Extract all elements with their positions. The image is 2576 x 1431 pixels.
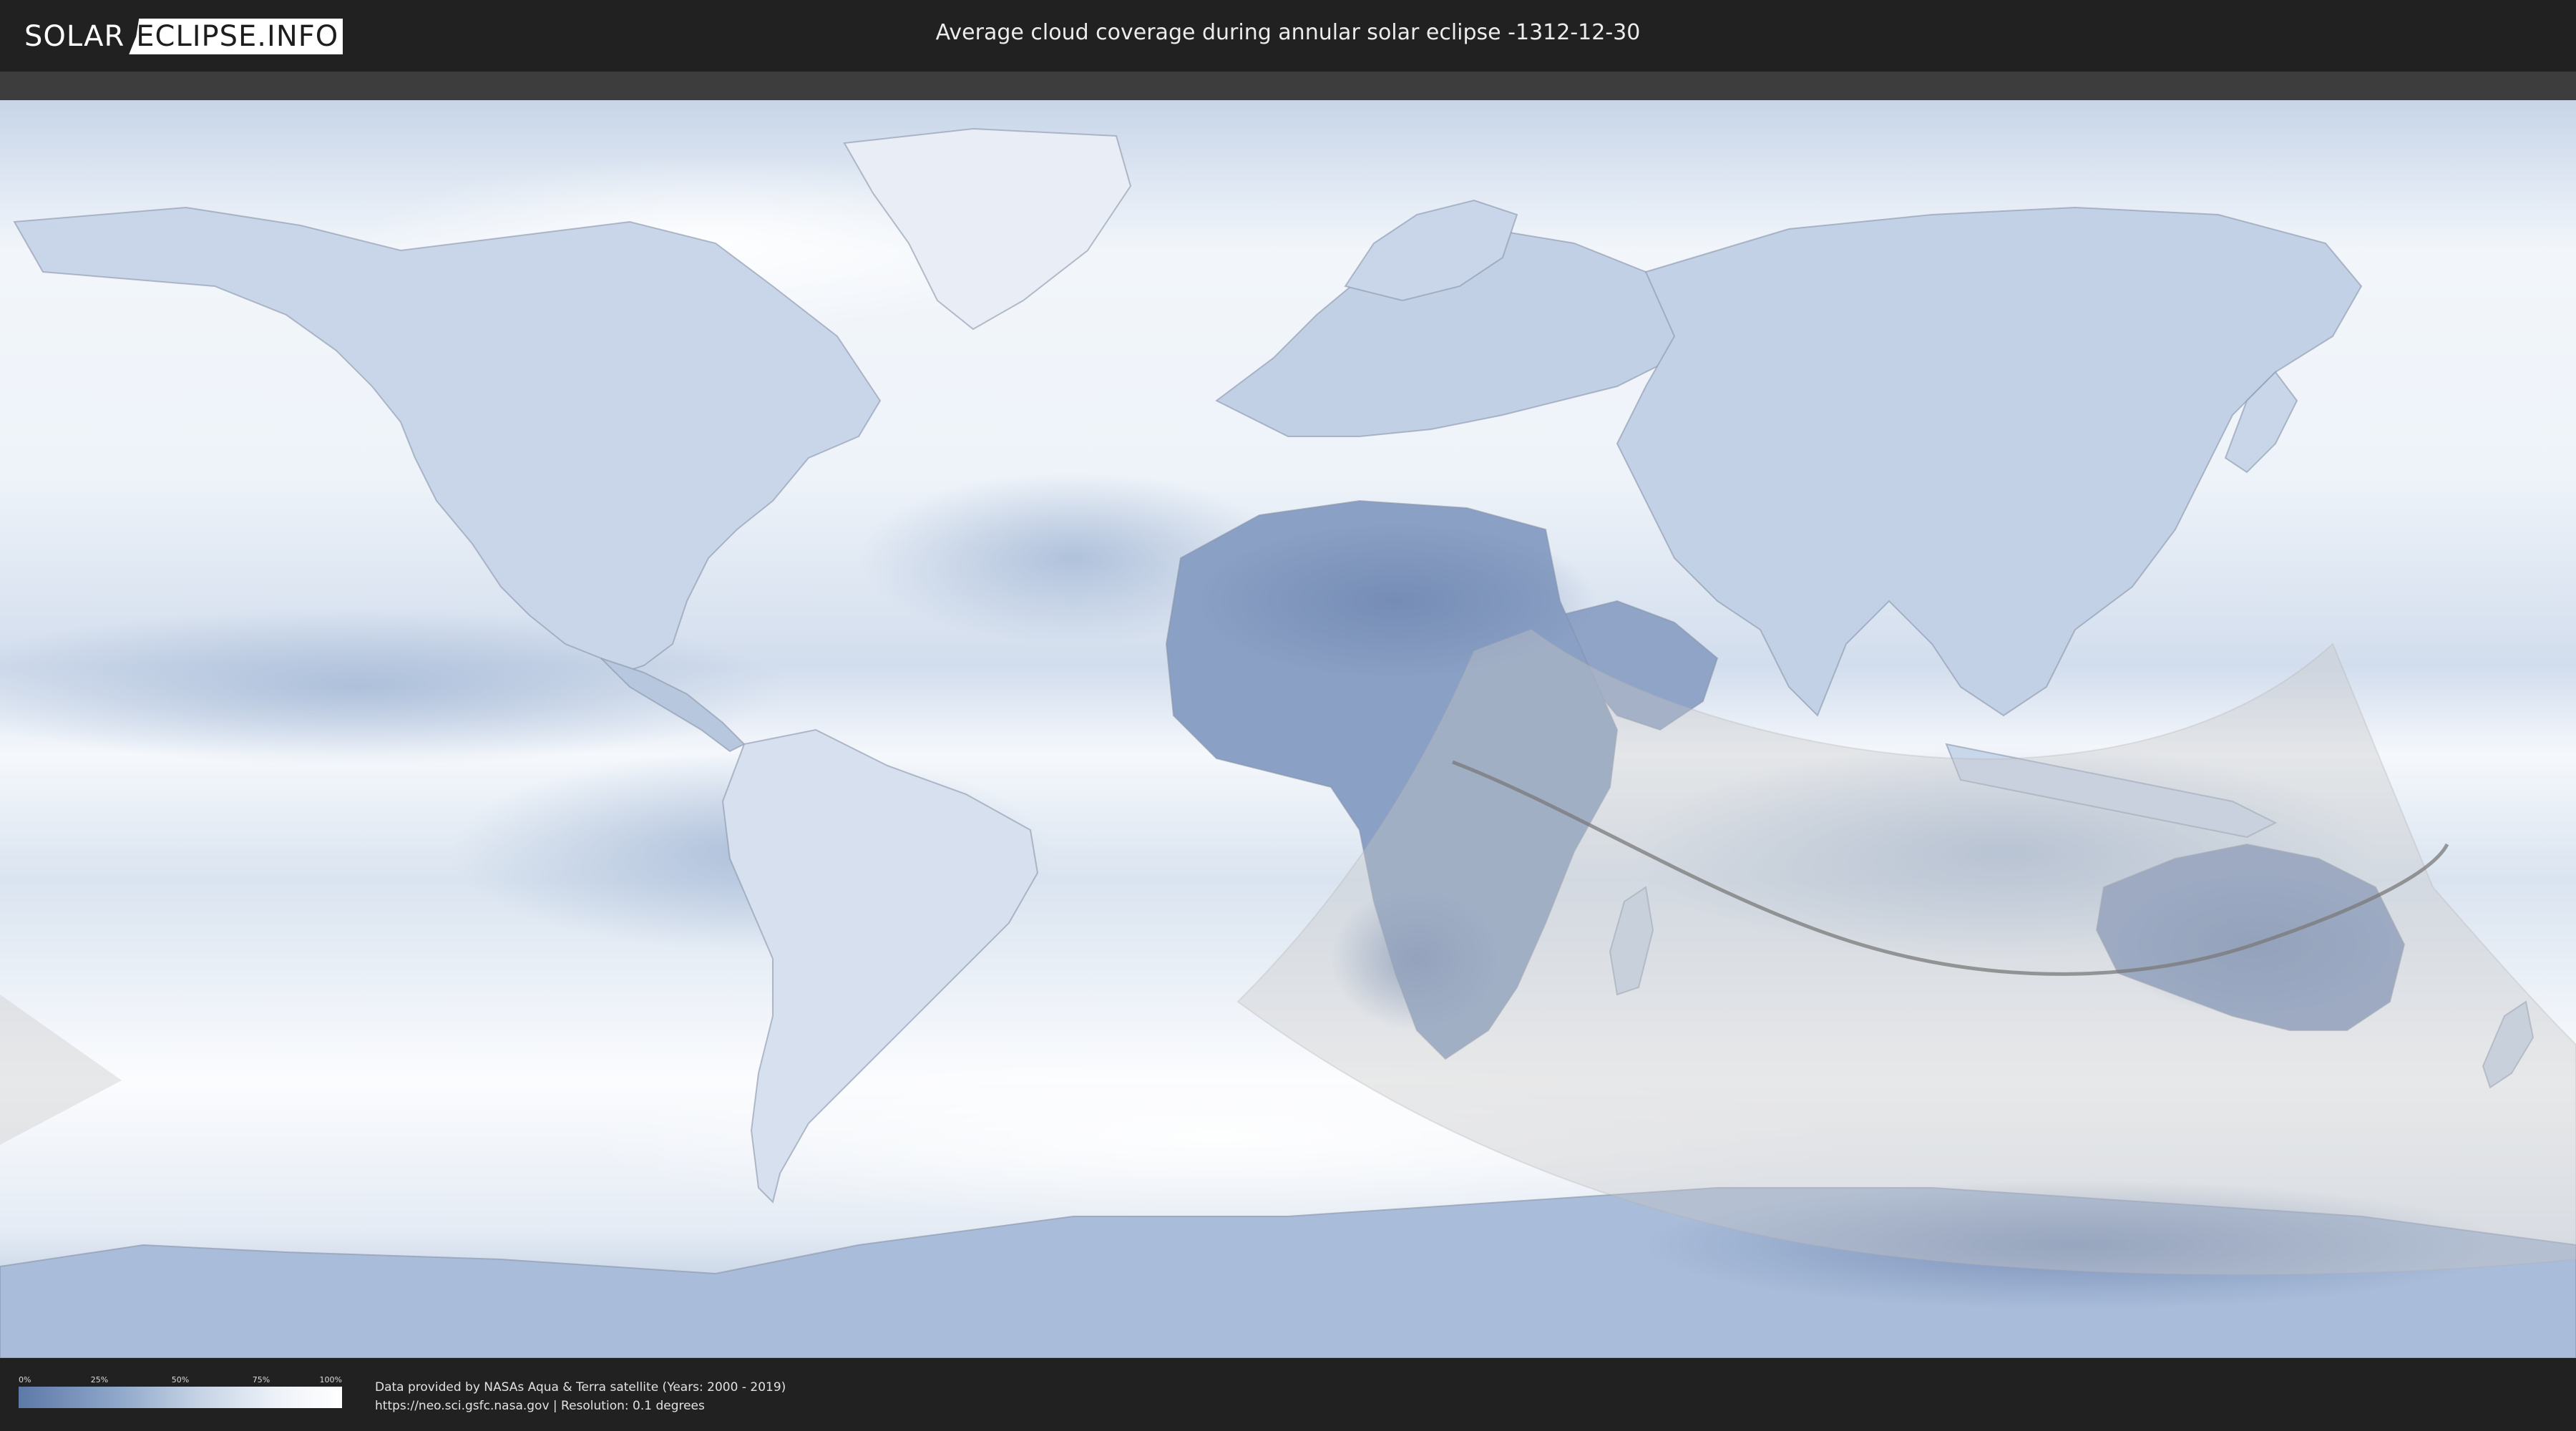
legend-ticks: 0% 25% 50% 75% 100% [19, 1375, 342, 1387]
legend-tick-50: 50% [171, 1375, 190, 1384]
legend-tick-100: 100% [319, 1375, 342, 1384]
credits-source-line: Data provided by NASAs Aqua & Terra sate… [375, 1380, 786, 1395]
credits-url-line[interactable]: https://neo.sci.gsfc.nasa.gov | Resoluti… [375, 1397, 786, 1415]
legend-color-bar [19, 1387, 342, 1408]
header-bar: SOLAR ECLIPSE.INFO Average cloud coverag… [0, 0, 2576, 72]
legend-tick-75: 75% [252, 1375, 270, 1384]
page-title: Average cloud coverage during annular so… [935, 20, 1641, 45]
page: SOLAR ECLIPSE.INFO Average cloud coverag… [0, 0, 2576, 1431]
legend-tick-0: 0% [19, 1375, 31, 1384]
data-credits: Data provided by NASAs Aqua & Terra sate… [375, 1378, 786, 1415]
header-divider-band [0, 72, 2576, 100]
world-map-svg [0, 100, 2576, 1358]
cloud-coverage-map [0, 100, 2576, 1358]
cloud-coverage-legend: 0% 25% 50% 75% 100% [19, 1375, 342, 1408]
legend-tick-25: 25% [90, 1375, 109, 1384]
